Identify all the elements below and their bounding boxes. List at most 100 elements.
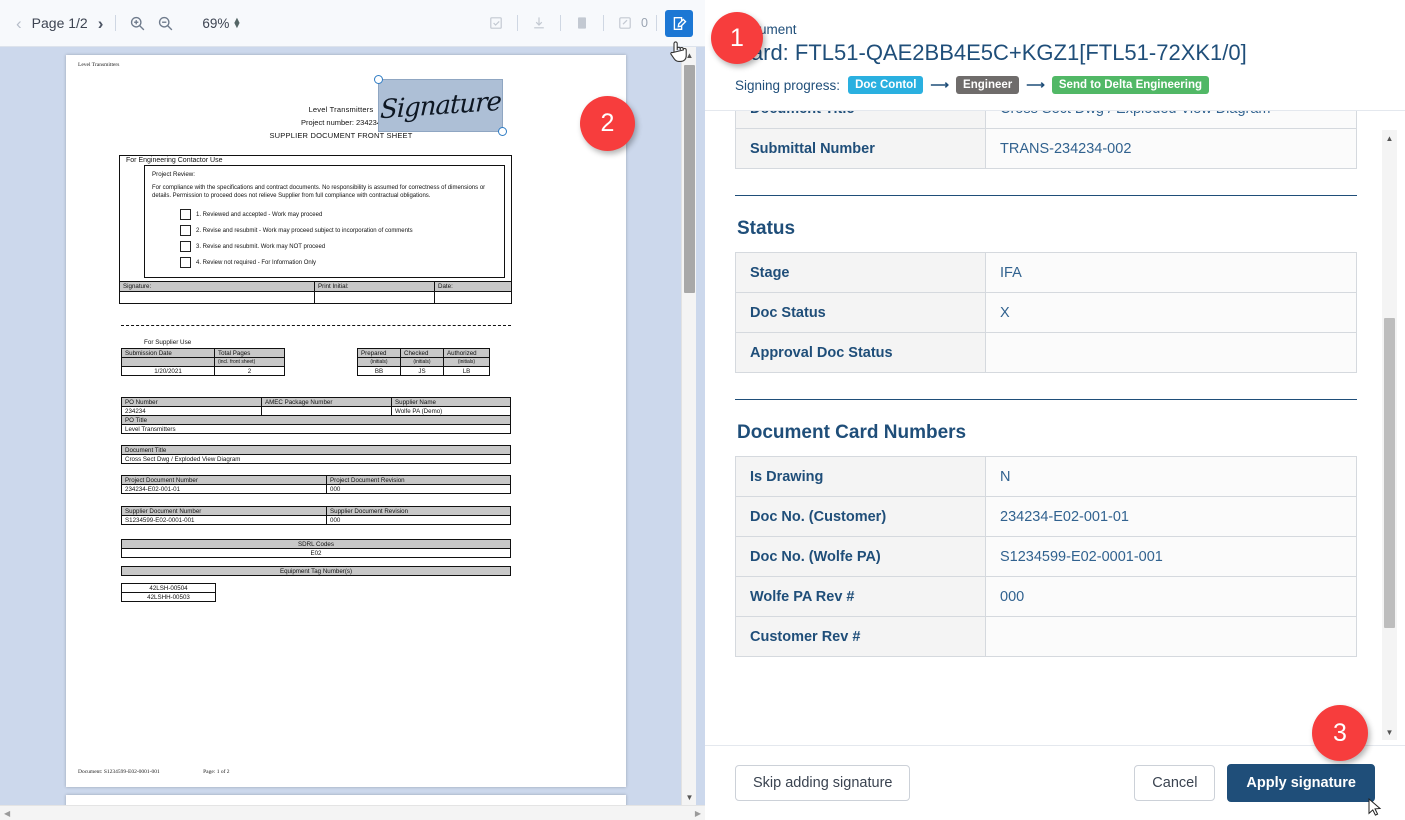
row-key: Doc Status: [735, 292, 986, 333]
submission-date-header: Submission Date: [121, 348, 215, 358]
scroll-down-icon[interactable]: ▼: [682, 789, 697, 805]
checkbox-icon[interactable]: [180, 209, 191, 221]
panel-scroll-thumb[interactable]: [1384, 318, 1395, 628]
total-pages-header: Total Pages: [214, 348, 285, 358]
toolbar-divider: [560, 15, 562, 31]
hand-cursor: [670, 41, 687, 62]
equipment-tag-table: 42LSH-00504 42LSHH-00503: [121, 583, 216, 602]
viewer-vertical-scrollbar[interactable]: ▲ ▼: [681, 47, 696, 805]
resize-handle-top-left[interactable]: [374, 75, 383, 84]
initials-table: Prepared Checked Authorized (initials) (…: [357, 348, 490, 376]
project-doc-revision-header: Project Document Revision: [326, 475, 511, 485]
supplier-doc-revision-value: 000: [326, 515, 511, 525]
pdf-scroll-area[interactable]: Level Transmitters Level Transmitters Pr…: [0, 47, 705, 820]
signing-step-doc-control[interactable]: Doc Contol: [848, 76, 924, 94]
panel-kicker: Document: [735, 22, 797, 37]
signing-step-engineer[interactable]: Engineer: [956, 76, 1020, 94]
ec-option[interactable]: 4. Review not required - For Information…: [180, 255, 497, 271]
project-doc-number-value: 234234-E02-001-01: [121, 484, 327, 494]
amec-header: AMEC Package Number: [261, 397, 392, 407]
equipment-tag-value: 42LSHH-00503: [121, 592, 216, 602]
callout-badge-2: 2: [580, 96, 635, 151]
checkbox-icon[interactable]: [180, 257, 191, 269]
top-details-table: Linked Equipment Sub-Suppliers PC Malbur…: [735, 111, 1357, 169]
supplier-doc-table: Supplier Document Number Supplier Docume…: [121, 506, 511, 525]
zoom-in-icon[interactable]: [124, 10, 150, 36]
equipment-tag-header: Equipment Tag Number(s): [121, 566, 511, 576]
submission-table: Submission Date Total Pages (incl. front…: [121, 348, 285, 376]
prev-page-button[interactable]: ‹: [12, 15, 26, 32]
zoom-level-selector[interactable]: 69% ▲ ▼: [202, 16, 241, 31]
checked-value: JS: [400, 366, 444, 376]
doc-footer-document: Document: S1234599-E02-0001-001: [78, 769, 160, 775]
scroll-down-icon[interactable]: ▼: [1382, 724, 1397, 740]
row-value: S1234599-E02-0001-001: [985, 536, 1357, 577]
divider-dashed: [121, 325, 511, 326]
supplier-doc-number-header: Supplier Document Number: [121, 506, 327, 516]
page-icon[interactable]: [569, 10, 595, 36]
viewer-horizontal-scrollbar[interactable]: ◀ ▶: [0, 805, 705, 820]
project-doc-table: Project Document Number Project Document…: [121, 475, 511, 494]
ec-option[interactable]: 3. Revise and resubmit. Work may NOT pro…: [180, 239, 497, 255]
ec-option-label: 1. Reviewed and accepted - Work may proc…: [196, 211, 323, 218]
apply-signature-button[interactable]: Apply signature: [1227, 764, 1375, 802]
panel-vertical-scrollbar[interactable]: ▲ ▼: [1382, 130, 1397, 740]
row-key: Submittal Number: [735, 128, 986, 169]
table-row: Stage IFA: [735, 252, 1357, 293]
sign-document-icon[interactable]: [665, 9, 693, 37]
table-row: Doc Status X: [735, 292, 1357, 333]
sdrl-table: SDRL Codes E02: [121, 539, 511, 558]
table-row: Submittal Number TRANS-234234-002: [735, 128, 1357, 169]
prepared-value: BB: [357, 366, 401, 376]
row-key: Is Drawing: [735, 456, 986, 497]
scroll-up-icon[interactable]: ▲: [1382, 130, 1397, 146]
signing-progress-label: Signing progress:: [735, 77, 841, 93]
signature-stamp[interactable]: Signature: [374, 75, 507, 136]
project-doc-number-header: Project Document Number: [121, 475, 327, 485]
prepared-header: Prepared: [357, 348, 401, 358]
ec-option-label: 3. Revise and resubmit. Work may NOT pro…: [196, 243, 326, 250]
row-value: N: [985, 456, 1357, 497]
row-value: X: [985, 292, 1357, 333]
row-value: 234234-E02-001-01: [985, 496, 1357, 537]
row-key: Document Title: [735, 111, 986, 129]
scroll-left-icon[interactable]: ◀: [0, 809, 14, 818]
po-table: PO Number AMEC Package Number Supplier N…: [121, 397, 511, 434]
download-icon[interactable]: [526, 10, 552, 36]
checkbox-icon[interactable]: [180, 225, 191, 237]
skip-adding-signature-button[interactable]: Skip adding signature: [735, 765, 911, 801]
table-row: Customer Rev #: [735, 616, 1357, 657]
authorized-sub: (initials): [443, 357, 490, 367]
ec-date-header: Date:: [435, 281, 511, 292]
row-key: Wolfe PA Rev #: [735, 576, 986, 617]
authorized-header: Authorized: [443, 348, 490, 358]
authorized-value: LB: [443, 366, 490, 376]
numbers-section-title: Document Card Numbers: [737, 422, 967, 443]
cancel-button[interactable]: Cancel: [1134, 765, 1216, 801]
viewer-scroll-thumb[interactable]: [684, 65, 695, 293]
resize-handle-bottom-right[interactable]: [498, 127, 507, 136]
ec-option[interactable]: 2. Revise and resubmit - Work may procee…: [180, 223, 497, 239]
note-icon[interactable]: [612, 10, 638, 36]
stamp-icon[interactable]: [483, 10, 509, 36]
table-row: Wolfe PA Rev # 000: [735, 576, 1357, 617]
doc-title-header: Document Title: [121, 445, 511, 455]
zoom-out-icon[interactable]: [152, 10, 178, 36]
next-page-button[interactable]: ›: [94, 15, 108, 32]
scroll-right-icon[interactable]: ▶: [691, 809, 705, 818]
ec-option[interactable]: 1. Reviewed and accepted - Work may proc…: [180, 207, 497, 223]
supplier-doc-number-value: S1234599-E02-0001-001: [121, 515, 327, 525]
panel-header: Document Card: FTL51-QAE2BB4E5C+KGZ1[FTL…: [705, 0, 1405, 111]
table-row: Document Title Cross Sect Dwg / Exploded…: [735, 111, 1357, 129]
panel-body[interactable]: Linked Equipment Sub-Suppliers PC Malbur…: [705, 111, 1405, 745]
signing-step-send-to-delta[interactable]: Send to Delta Engineering: [1051, 76, 1210, 94]
table-row: Doc No. (Customer) 234234-E02-001-01: [735, 496, 1357, 537]
total-pages-value: 2: [214, 366, 285, 376]
ec-paragraph: For compliance with the specifications a…: [152, 185, 486, 200]
doc-title-value: Cross Sect Dwg / Exploded View Diagram: [121, 454, 511, 464]
table-row: Is Drawing N: [735, 456, 1357, 497]
row-value: TRANS-234234-002: [985, 128, 1357, 169]
checkbox-icon[interactable]: [180, 241, 191, 253]
ec-heading: For Engineering Contactor Use: [126, 157, 223, 164]
toolbar-divider: [656, 15, 657, 31]
